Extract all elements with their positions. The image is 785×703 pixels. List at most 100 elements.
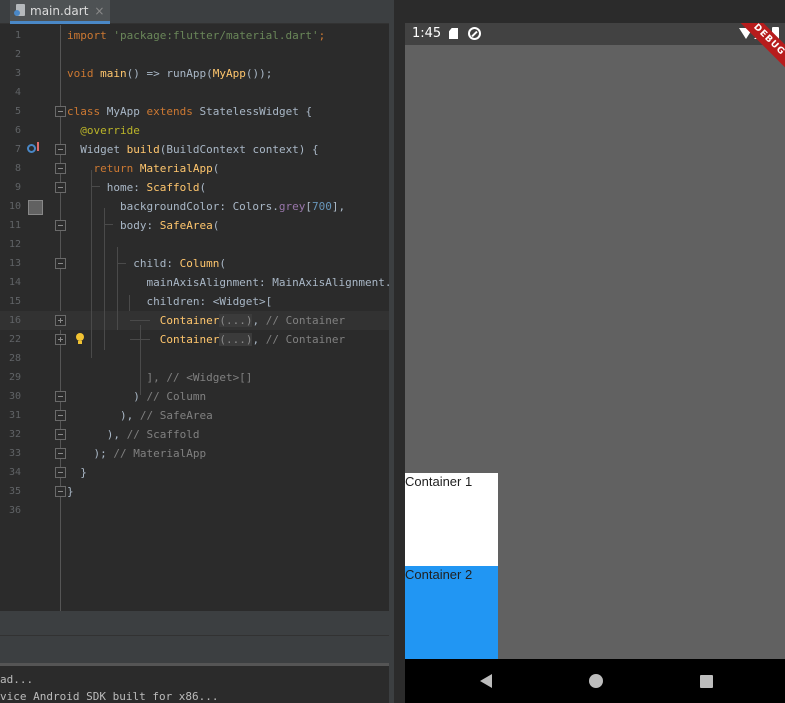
code-token: , — [252, 333, 266, 346]
override-icon[interactable] — [27, 142, 41, 154]
code-token: ( — [212, 219, 220, 232]
collapse-fold-icon[interactable] — [55, 106, 66, 117]
code-text: Container(...), // Container — [67, 330, 345, 349]
code-line[interactable]: 36 — [0, 501, 389, 520]
code-line[interactable]: 31 ), // SafeArea — [0, 406, 389, 425]
code-line[interactable]: 9 home: Scaffold( — [0, 178, 389, 197]
collapse-fold-icon[interactable] — [55, 163, 66, 174]
line-number: 32 — [8, 429, 21, 440]
code-line[interactable]: 4 — [0, 83, 389, 102]
tab-main-dart[interactable]: main.dart × — [10, 0, 111, 24]
code-token: ) — [67, 390, 147, 403]
close-icon[interactable]: × — [94, 4, 104, 18]
line-number: 1 — [14, 30, 21, 41]
code-line[interactable]: 22 Container(...), // Container — [0, 330, 389, 349]
code-line[interactable]: 16 Container(...), // Container — [0, 311, 389, 330]
code-token: import — [67, 29, 114, 42]
collapse-fold-icon[interactable] — [55, 391, 66, 402]
code-text: Container(...), // Container — [67, 311, 345, 330]
color-preview-swatch[interactable] — [28, 200, 43, 215]
run-console: ad... vice Android SDK built for x86... — [0, 666, 389, 703]
code-text: backgroundColor: Colors.grey[700], — [67, 197, 345, 216]
line-number: 34 — [8, 467, 21, 478]
indent-guide — [130, 339, 150, 340]
collapse-fold-icon[interactable] — [55, 144, 66, 155]
code-token: grey — [278, 200, 306, 213]
debug-banner-wrap: DEBUG — [737, 23, 785, 71]
code-line[interactable]: 2 — [0, 45, 389, 64]
code-line[interactable]: 32 ), // Scaffold — [0, 425, 389, 444]
collapse-fold-icon[interactable] — [55, 467, 66, 478]
code-line[interactable]: 13 child: Column( — [0, 254, 389, 273]
expand-fold-icon[interactable] — [55, 315, 66, 326]
code-token: home: — [67, 181, 147, 194]
code-token: ( — [212, 162, 220, 175]
collapse-fold-icon[interactable] — [55, 258, 66, 269]
back-icon[interactable] — [480, 674, 492, 688]
console-line: ad... — [0, 673, 34, 686]
code-line[interactable]: 34 } — [0, 463, 389, 482]
code-editor[interactable]: 1 import 'package:flutter/material.dart';… — [0, 25, 389, 611]
no-sync-icon — [468, 27, 481, 40]
line-number: 35 — [8, 486, 21, 497]
code-token: ; — [318, 29, 326, 42]
code-line[interactable]: 12 — [0, 235, 389, 254]
line-number: 36 — [8, 505, 21, 516]
expand-fold-icon[interactable] — [55, 334, 66, 345]
collapse-fold-icon[interactable] — [55, 429, 66, 440]
code-line[interactable]: 30 ) // Column — [0, 387, 389, 406]
code-text: return MaterialApp( — [67, 159, 219, 178]
code-token: // SafeArea — [139, 409, 213, 422]
code-line[interactable]: 11 body: SafeArea( — [0, 216, 389, 235]
indent-guide — [91, 170, 92, 358]
line-number: 6 — [14, 125, 21, 136]
code-line[interactable]: 6 @override — [0, 121, 389, 140]
code-token: return — [67, 162, 140, 175]
code-text: } — [67, 463, 87, 482]
status-time: 1:45 — [412, 26, 442, 41]
code-text: @override — [67, 121, 140, 140]
code-line[interactable]: 14 mainAxisAlignment: MainAxisAlignment.… — [0, 273, 389, 292]
line-number: 29 — [8, 372, 21, 383]
code-line[interactable]: 33 ); // MaterialApp — [0, 444, 389, 463]
code-line[interactable]: 28 — [0, 349, 389, 368]
editor-status-bars — [0, 611, 389, 666]
code-token: } — [67, 466, 87, 479]
code-line[interactable]: 7 Widget build(BuildContext context) { — [0, 140, 389, 159]
code-token: extends — [146, 105, 200, 118]
code-line[interactable]: 15 children: <Widget>[ — [0, 292, 389, 311]
code-text: body: SafeArea( — [67, 216, 219, 235]
code-token: class — [67, 105, 107, 118]
code-line[interactable]: 3 void main() => runApp(MyApp()); — [0, 64, 389, 83]
collapse-fold-icon[interactable] — [55, 182, 66, 193]
line-number: 15 — [8, 296, 21, 307]
code-line[interactable]: 10 backgroundColor: Colors.grey[700], — [0, 197, 389, 216]
indent-guide — [105, 224, 113, 225]
collapse-fold-icon[interactable] — [55, 448, 66, 459]
collapse-fold-icon[interactable] — [55, 486, 66, 497]
line-number: 30 — [8, 391, 21, 402]
home-icon[interactable] — [589, 674, 603, 688]
code-token: ), — [67, 428, 127, 441]
code-token: ); — [67, 447, 114, 460]
code-line[interactable]: 1 import 'package:flutter/material.dart'; — [0, 26, 389, 45]
tab-label: main.dart — [30, 3, 89, 18]
code-line[interactable]: 35} — [0, 482, 389, 501]
code-text: ], // <Widget>[] — [67, 368, 252, 387]
code-token: // Container — [265, 333, 346, 346]
lightbulb-icon[interactable] — [75, 333, 85, 345]
code-line[interactable]: 29 ], // <Widget>[] — [0, 368, 389, 387]
code-token: 'package:flutter/material.dart' — [113, 29, 319, 42]
code-text: home: Scaffold( — [67, 178, 206, 197]
code-token: MyApp — [212, 67, 246, 80]
line-number: 12 — [8, 239, 21, 250]
line-number: 31 — [8, 410, 21, 421]
collapse-fold-icon[interactable] — [55, 220, 66, 231]
code-line[interactable]: 8 return MaterialApp( — [0, 159, 389, 178]
collapse-fold-icon[interactable] — [55, 410, 66, 421]
emulator-screen[interactable]: 1:45 DEBUG Container 1 Container 2 — [405, 23, 785, 703]
code-token: MyApp — [106, 105, 147, 118]
code-token: ], // <Widget>[] — [67, 371, 253, 384]
code-line[interactable]: 5 class MyApp extends StatelessWidget { — [0, 102, 389, 121]
recents-icon[interactable] — [700, 675, 713, 688]
